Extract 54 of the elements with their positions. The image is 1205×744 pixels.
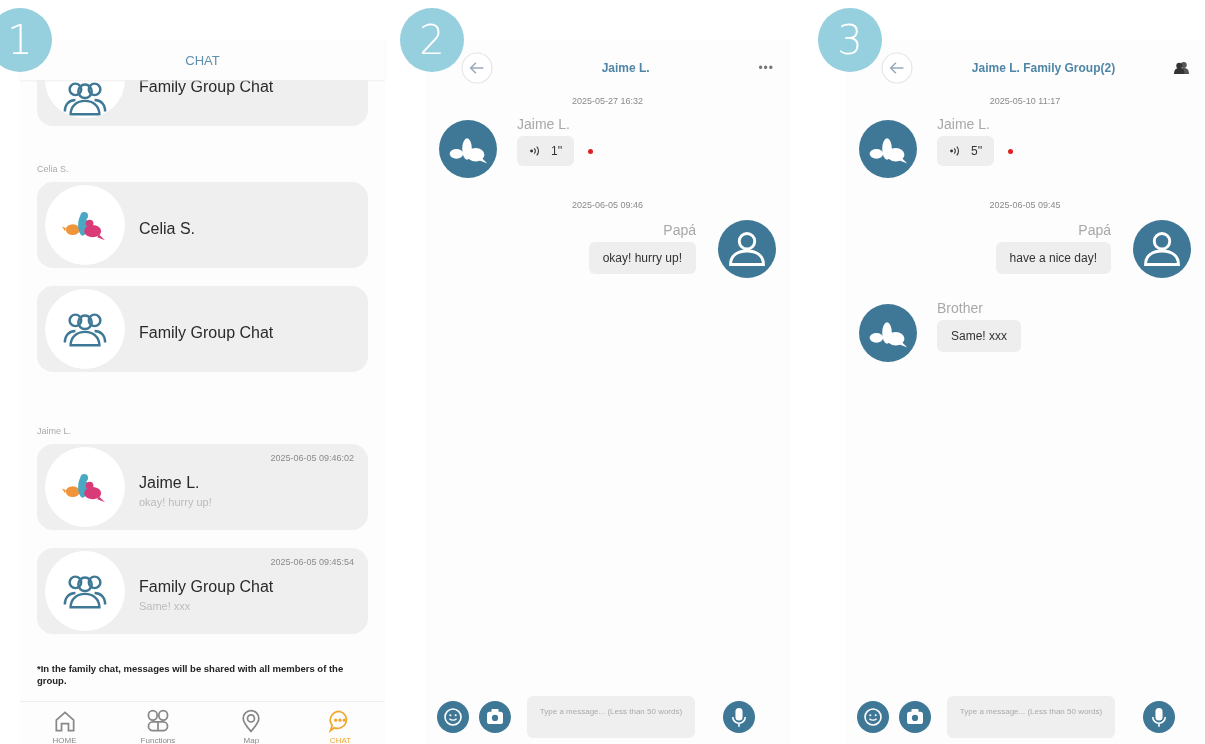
sender-name: Papá	[663, 222, 696, 238]
timestamp: 2025-06-05 09:46:02	[270, 453, 354, 463]
more-button[interactable]: •••	[758, 61, 774, 75]
camera-button[interactable]	[899, 701, 931, 733]
message-date: 2025-05-10 11:17	[989, 96, 1061, 106]
step-number-badge: 1	[0, 8, 52, 72]
group-icon	[62, 80, 108, 118]
tab[interactable]: Map	[238, 702, 265, 744]
screen-title: CHAT	[185, 52, 220, 68]
message-bubble: have a nice day!	[995, 242, 1111, 274]
chat-name: Celia S.	[139, 220, 196, 238]
message-bubble: okay! hurry up!	[588, 242, 696, 274]
voice-duration: 1''	[551, 144, 563, 158]
step-number-badge: 2	[400, 8, 464, 72]
chat-name: Jaime L.	[139, 474, 201, 492]
sound-icon	[949, 145, 961, 157]
chat-list-item[interactable]: Family Group Chat	[37, 286, 368, 372]
microphone-button[interactable]	[723, 701, 755, 733]
chat-list-item[interactable]: Celia S.	[37, 182, 368, 268]
sound-icon	[529, 145, 541, 157]
sender-name: Brother	[937, 300, 984, 316]
person-avatar-icon	[1133, 220, 1191, 278]
message-date: 2025-05-27 16:32	[571, 96, 644, 106]
emoji-button[interactable]	[857, 701, 889, 733]
message-date: 2025-06-05 09:45	[989, 200, 1061, 210]
voice-message[interactable]: 1''	[517, 136, 575, 166]
chat-name: Family Group Chat	[139, 324, 274, 342]
sender-name: Jaime L.	[517, 116, 571, 132]
timestamp: 2025-06-05 09:45:54	[270, 557, 354, 567]
tab[interactable]: HOME	[51, 702, 78, 744]
chat-title: Jaime L. Family Group(2)	[970, 61, 1117, 75]
voice-message[interactable]: 5''	[937, 136, 995, 166]
message-date: 2025-06-05 09:46	[571, 200, 644, 210]
step-number-badge: 3	[818, 8, 882, 72]
section-label: Celia S.	[37, 164, 70, 174]
voice-duration: 5''	[971, 144, 983, 158]
birds-avatar-icon	[859, 304, 917, 362]
section-label: Jaime L.	[37, 426, 72, 436]
members-icon[interactable]	[1174, 61, 1189, 75]
emoji-button[interactable]	[437, 701, 469, 733]
sender-name: Jaime L.	[937, 116, 991, 132]
chat-list-item[interactable]: Family Group Chat	[37, 80, 368, 126]
sender-name: Papá	[1078, 222, 1111, 238]
tab[interactable]: Functions	[140, 702, 176, 744]
birds-avatar-icon	[859, 120, 917, 178]
message-bubble: Same! xxx	[937, 320, 1021, 352]
person-avatar-icon	[718, 220, 776, 278]
chat-title: Jaime L.	[600, 61, 651, 75]
birds-avatar-icon	[439, 120, 497, 178]
chat-name: Family Group Chat	[139, 578, 274, 596]
info-note: *In the family chat, messages will be shared with all members of the group.	[37, 663, 345, 687]
microphone-button[interactable]	[1143, 701, 1175, 733]
chat-name: Family Group Chat	[139, 80, 274, 96]
camera-button[interactable]	[479, 701, 511, 733]
